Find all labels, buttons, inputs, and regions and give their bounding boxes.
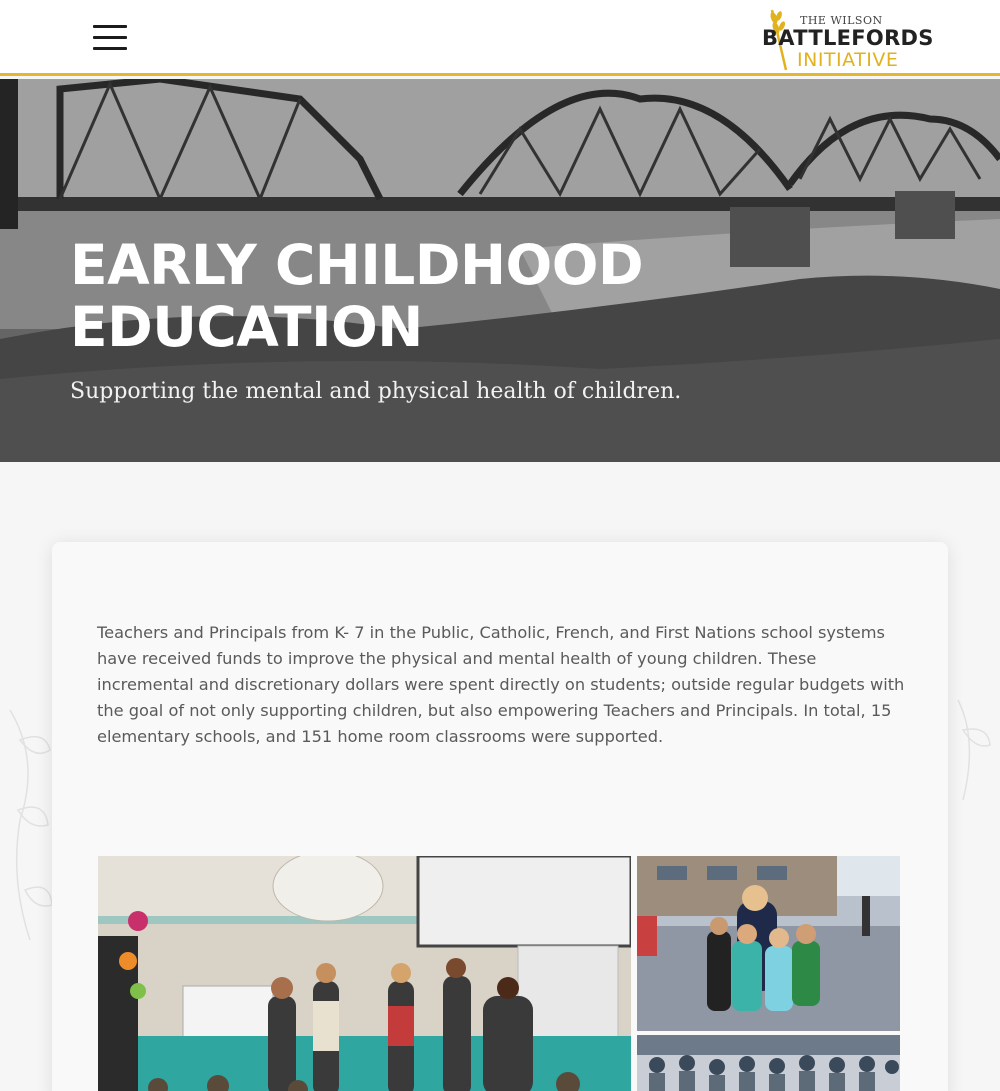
gym-cheque-presentation-photo[interactable] xyxy=(98,856,631,1091)
content-card: Teachers and Principals from K- 7 in the… xyxy=(52,542,948,1091)
hamburger-menu-icon[interactable] xyxy=(93,25,127,53)
children-street-photo[interactable] xyxy=(637,856,900,1031)
logo-line-3: INITIATIVE xyxy=(797,49,899,71)
leaf-decoration-right xyxy=(957,699,991,801)
crowd-photo[interactable] xyxy=(637,1035,900,1091)
intro-paragraph: Teachers and Principals from K- 7 in the… xyxy=(97,623,905,746)
site-header: THE WILSON BATTLEFORDS INITIATIVE xyxy=(0,0,1000,76)
logo-line-2: BATTLEFORDS xyxy=(762,26,934,50)
hero-banner: EARLY CHILDHOOD EDUCATION Supporting the… xyxy=(0,79,1000,462)
leaf-decoration-left xyxy=(9,709,53,941)
site-logo[interactable]: THE WILSON BATTLEFORDS INITIATIVE xyxy=(760,6,935,72)
page-subtitle: Supporting the mental and physical healt… xyxy=(70,379,682,404)
page-title: EARLY CHILDHOOD EDUCATION xyxy=(70,233,644,359)
